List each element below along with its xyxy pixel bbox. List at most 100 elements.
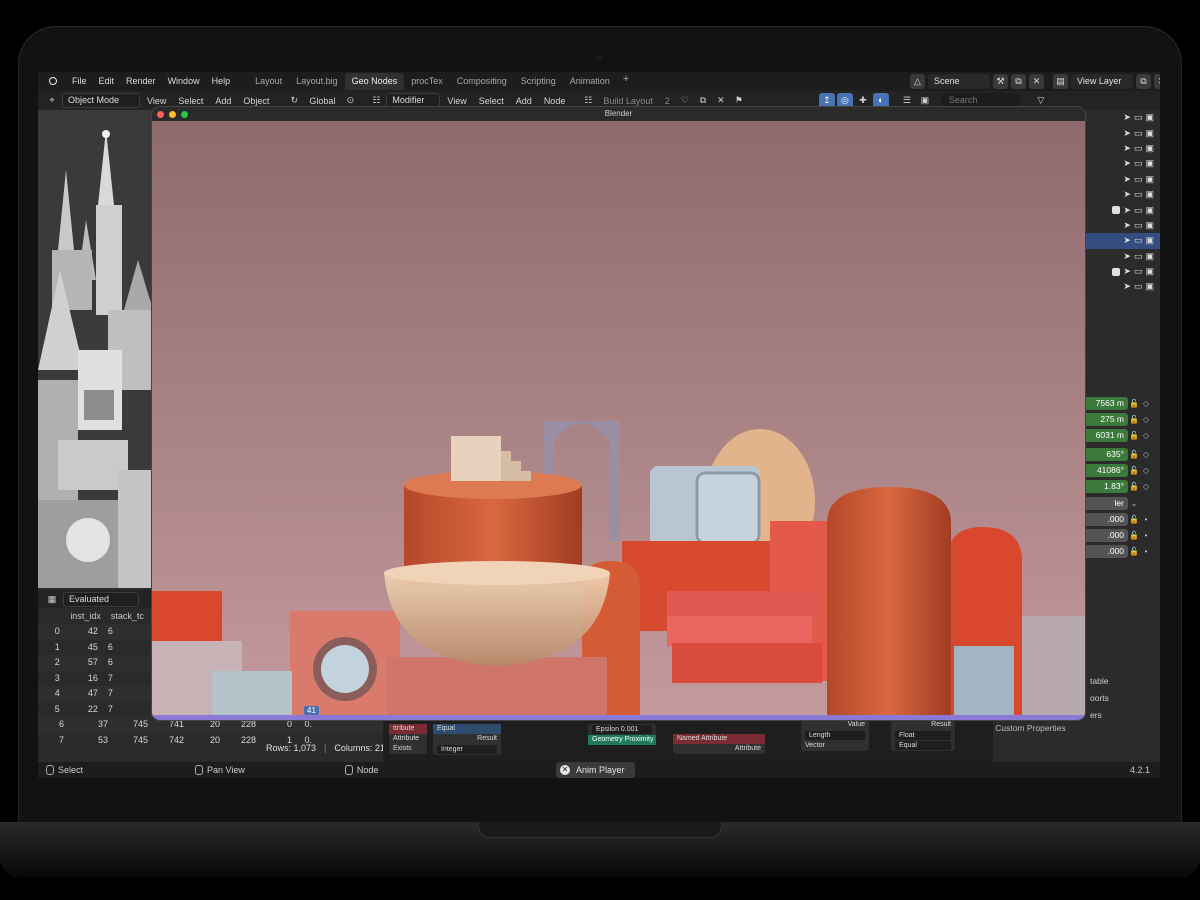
keyframe-icon[interactable]: ◇ (1140, 431, 1152, 440)
fake-user-icon[interactable]: ♡ (677, 93, 693, 108)
node-menu-select[interactable]: Select (474, 96, 509, 106)
camera-icon[interactable]: ▣ (1145, 128, 1154, 139)
scale-z-field[interactable]: .000 (1086, 544, 1128, 558)
lock-icon[interactable]: 🔓 (1128, 482, 1140, 491)
display-mode-icon[interactable]: ▣ (917, 93, 933, 108)
tab-layout-big[interactable]: Layout.big (289, 73, 345, 90)
camera-icon[interactable]: ▣ (1145, 174, 1154, 185)
list-item[interactable]: ➤ ▭ ▣ (1086, 249, 1160, 264)
lock-icon[interactable]: 🔓 (1128, 531, 1140, 540)
orientation-icon[interactable]: ↻ (286, 93, 302, 108)
monitor-icon[interactable]: ▭ (1134, 220, 1143, 231)
keyframe-icon[interactable]: ◇ (1140, 466, 1152, 475)
monitor-icon[interactable]: ▭ (1134, 205, 1143, 216)
new-node-tree-icon[interactable]: ⧉ (695, 93, 711, 108)
rotation-mode-dropdown[interactable]: ler (1086, 496, 1128, 510)
editor-context-dropdown[interactable]: Modifier (386, 93, 441, 108)
view-layer-icon[interactable]: ▤ (1053, 74, 1068, 89)
monitor-icon[interactable]: ▭ (1134, 281, 1143, 292)
select-arrow-icon[interactable]: ➤ (1123, 143, 1131, 154)
select-arrow-icon[interactable]: ➤ (1123, 281, 1131, 292)
blender-logo-icon[interactable]: ⭘ (46, 75, 60, 89)
list-item[interactable]: ➤ ▭ ▣ (1086, 172, 1160, 187)
evaluation-mode-dropdown[interactable]: Evaluated (63, 591, 139, 607)
select-arrow-icon[interactable]: ➤ (1123, 174, 1131, 185)
column-stack-tc[interactable]: stack_tc (105, 608, 153, 624)
viewport-menu-select[interactable]: Select (173, 96, 208, 106)
render-window[interactable]: Blender 41 (152, 107, 1085, 720)
camera-icon[interactable]: ▣ (1145, 158, 1154, 169)
node-equal[interactable]: Equal Result Integer (433, 724, 501, 755)
menu-file[interactable]: File (66, 72, 93, 91)
menu-edit[interactable]: Edit (93, 72, 121, 91)
node-editor-strip[interactable]: ttribute Attribute Exists Equal Result I… (383, 720, 993, 762)
monitor-icon[interactable]: ▭ (1134, 112, 1143, 123)
node-tree-icon[interactable]: ☷ (580, 93, 596, 108)
list-item[interactable]: ➤ ▭ ▣ (1086, 110, 1160, 125)
viewport-menu-add[interactable]: Add (210, 96, 236, 106)
tab-animation[interactable]: Animation (563, 73, 617, 90)
funnel-icon[interactable]: ▽ (1033, 93, 1049, 108)
node-named-attribute[interactable]: Named Attribute Attribute (673, 734, 765, 754)
scale-y-field[interactable]: .000 (1086, 528, 1128, 542)
scale-x-field[interactable]: .000 (1086, 512, 1128, 526)
camera-icon[interactable]: ▣ (1145, 205, 1154, 216)
list-item[interactable]: ➤ ▭ ▣ (1086, 156, 1160, 171)
filter-icon[interactable]: ☰ (899, 93, 915, 108)
tab-scripting[interactable]: Scripting (514, 73, 563, 90)
render-window-titlebar[interactable]: Blender (152, 107, 1085, 121)
select-arrow-icon[interactable]: ➤ (1123, 235, 1131, 246)
lock-icon[interactable]: 🔓 (1128, 415, 1140, 424)
node-compare[interactable]: Result Float Equal (891, 720, 955, 751)
list-item-selected[interactable]: ➤ ▭ ▣ (1086, 233, 1160, 249)
list-item[interactable]: ➤ ▭ ▣ (1086, 187, 1160, 202)
node-menu-node[interactable]: Node (539, 96, 571, 106)
new-view-layer-icon[interactable]: ⧉ (1136, 74, 1151, 89)
checkbox-icon[interactable] (1112, 206, 1121, 215)
menu-window[interactable]: Window (162, 72, 206, 91)
unlink-icon[interactable]: ✕ (713, 93, 729, 108)
delete-view-layer-icon[interactable]: ✕ (1154, 74, 1160, 89)
monitor-icon[interactable]: ▭ (1134, 189, 1143, 200)
gizmo-icon[interactable]: ✚ (855, 93, 871, 108)
keyframe-icon[interactable]: ◇ (1140, 415, 1152, 424)
list-item[interactable]: ➤ ▭ ▣ (1086, 202, 1160, 217)
node-geometry-proximity[interactable]: Epsilon 0.001 Geometry Proximity (588, 724, 656, 745)
viewport-menu-view[interactable]: View (142, 96, 171, 106)
list-item[interactable]: ➤ ▭ ▣ (1086, 125, 1160, 140)
select-arrow-icon[interactable]: ➤ (1123, 189, 1131, 200)
menu-help[interactable]: Help (206, 72, 237, 91)
keyframe-icon[interactable]: ◇ (1140, 399, 1152, 408)
list-item[interactable]: ➤ ▭ ▣ (1086, 141, 1160, 156)
column-inst-idx[interactable]: inst_idx (66, 608, 105, 624)
scene-icon[interactable]: △ (910, 74, 925, 89)
tab-proctex[interactable]: procTex (404, 73, 450, 90)
3d-viewport-left[interactable] (38, 110, 153, 588)
select-arrow-icon[interactable]: ➤ (1123, 205, 1131, 216)
node-attribute[interactable]: ttribute Attribute Exists (389, 724, 427, 754)
lock-icon[interactable]: 🔓 (1128, 547, 1140, 556)
pin-icon[interactable]: ⚒ (993, 74, 1008, 89)
monitor-icon[interactable]: ▭ (1134, 128, 1143, 139)
close-icon[interactable]: ✕ (560, 765, 570, 775)
camera-icon[interactable]: ▣ (1145, 251, 1154, 262)
select-arrow-icon[interactable]: ➤ (1123, 112, 1131, 123)
menu-render[interactable]: Render (120, 72, 162, 91)
monitor-icon[interactable]: ▭ (1134, 266, 1143, 277)
tab-geo-nodes[interactable]: Geo Nodes (344, 73, 405, 90)
camera-icon[interactable]: ▣ (1145, 112, 1154, 123)
keyframe-icon[interactable]: ◇ (1140, 450, 1152, 459)
pivot-icon[interactable]: ⊙ (342, 93, 358, 108)
camera-icon[interactable]: ▣ (1145, 143, 1154, 154)
rotation-x-field[interactable]: 635° (1086, 447, 1128, 461)
lock-icon[interactable]: 🔓 (1128, 399, 1140, 408)
scene-field[interactable]: Scene (928, 74, 990, 89)
camera-icon[interactable]: ▣ (1145, 266, 1154, 277)
new-scene-icon[interactable]: ⧉ (1011, 74, 1026, 89)
location-x-field[interactable]: 7563 m (1086, 396, 1128, 410)
lock-icon[interactable]: 🔓 (1128, 515, 1140, 524)
tab-compositing[interactable]: Compositing (450, 73, 514, 90)
search-input[interactable]: Search (940, 93, 1021, 108)
playback-timeline[interactable] (152, 715, 1085, 720)
snap-icon[interactable]: ↥ (818, 93, 835, 108)
